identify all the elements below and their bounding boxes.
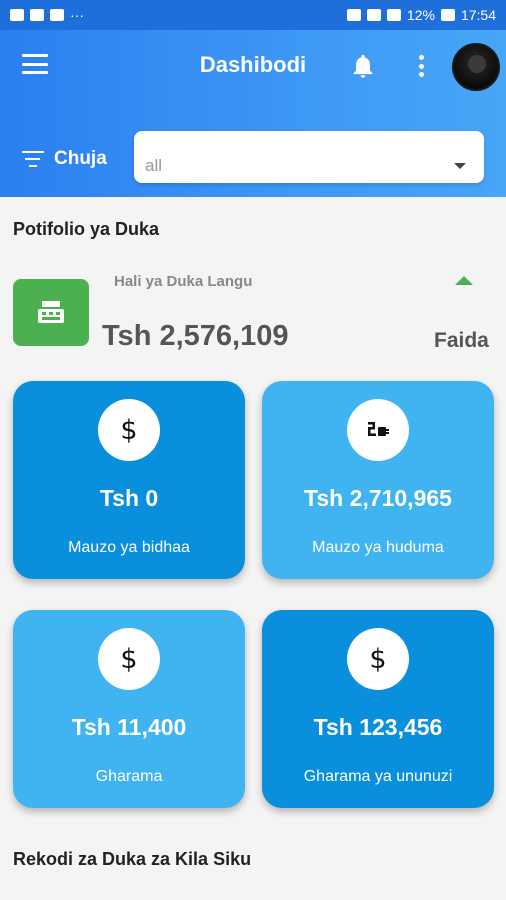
clock: 17:54 [460,7,496,23]
bell-icon[interactable] [349,52,377,80]
dollar-icon: $ [347,628,409,690]
service-sales-card[interactable]: Tsh 2,710,965 Mauzo ya huduma [262,381,494,579]
vibrate-icon [346,9,361,21]
filter-select-value: all [145,156,163,175]
product-sales-card[interactable]: $ Tsh 0 Mauzo ya bidhaa [13,381,245,579]
alarm-icon [366,9,381,21]
purchase-cost-card[interactable]: $ Tsh 123,456 Gharama ya ununuzi [262,610,494,808]
cash-register-icon [13,279,89,346]
trend-up-icon [455,276,473,285]
signal-icon [386,9,401,21]
filter-button[interactable]: Chuja [22,148,107,170]
card-label: Mauzo ya bidhaa [68,539,190,556]
contact-icon [50,9,64,21]
app-header: Dashibodi Chuja all [0,30,506,197]
filter-select[interactable]: all [134,131,484,183]
card-label: Gharama ya ununuzi [303,768,453,785]
filter-label: Chuja [54,148,107,169]
card-label: Mauzo ya huduma [312,539,444,556]
expenses-card[interactable]: $ Tsh 11,400 Gharama [13,610,245,808]
message-icon [30,9,44,21]
daily-records-title: Rekodi za Duka za Kila Siku [13,849,252,869]
more-notifications-icon: ··· [70,7,84,23]
service-icon [347,399,409,461]
dollar-icon: $ [98,628,160,690]
status-bar: ··· 12% 17:54 [0,0,506,30]
card-value: Tsh 11,400 [71,714,187,740]
shop-status-label: Hali ya Duka Langu [114,273,253,290]
shop-total-value: Tsh 2,576,109 [102,320,289,352]
card-value: Tsh 0 [99,485,159,511]
dollar-icon: $ [98,399,160,461]
video-icon [10,9,24,21]
more-options-icon[interactable] [411,52,431,80]
chevron-down-icon [454,163,466,169]
profit-label: Faida [434,329,489,352]
filter-icon [22,151,44,167]
avatar[interactable] [452,43,500,91]
portfolio-section-title: Potifolio ya Duka [13,219,160,239]
battery-percent: 12% [406,7,435,23]
card-value: Tsh 2,710,965 [304,485,452,511]
card-label: Gharama [95,768,163,785]
battery-icon [440,9,455,21]
card-value: Tsh 123,456 [313,714,443,740]
